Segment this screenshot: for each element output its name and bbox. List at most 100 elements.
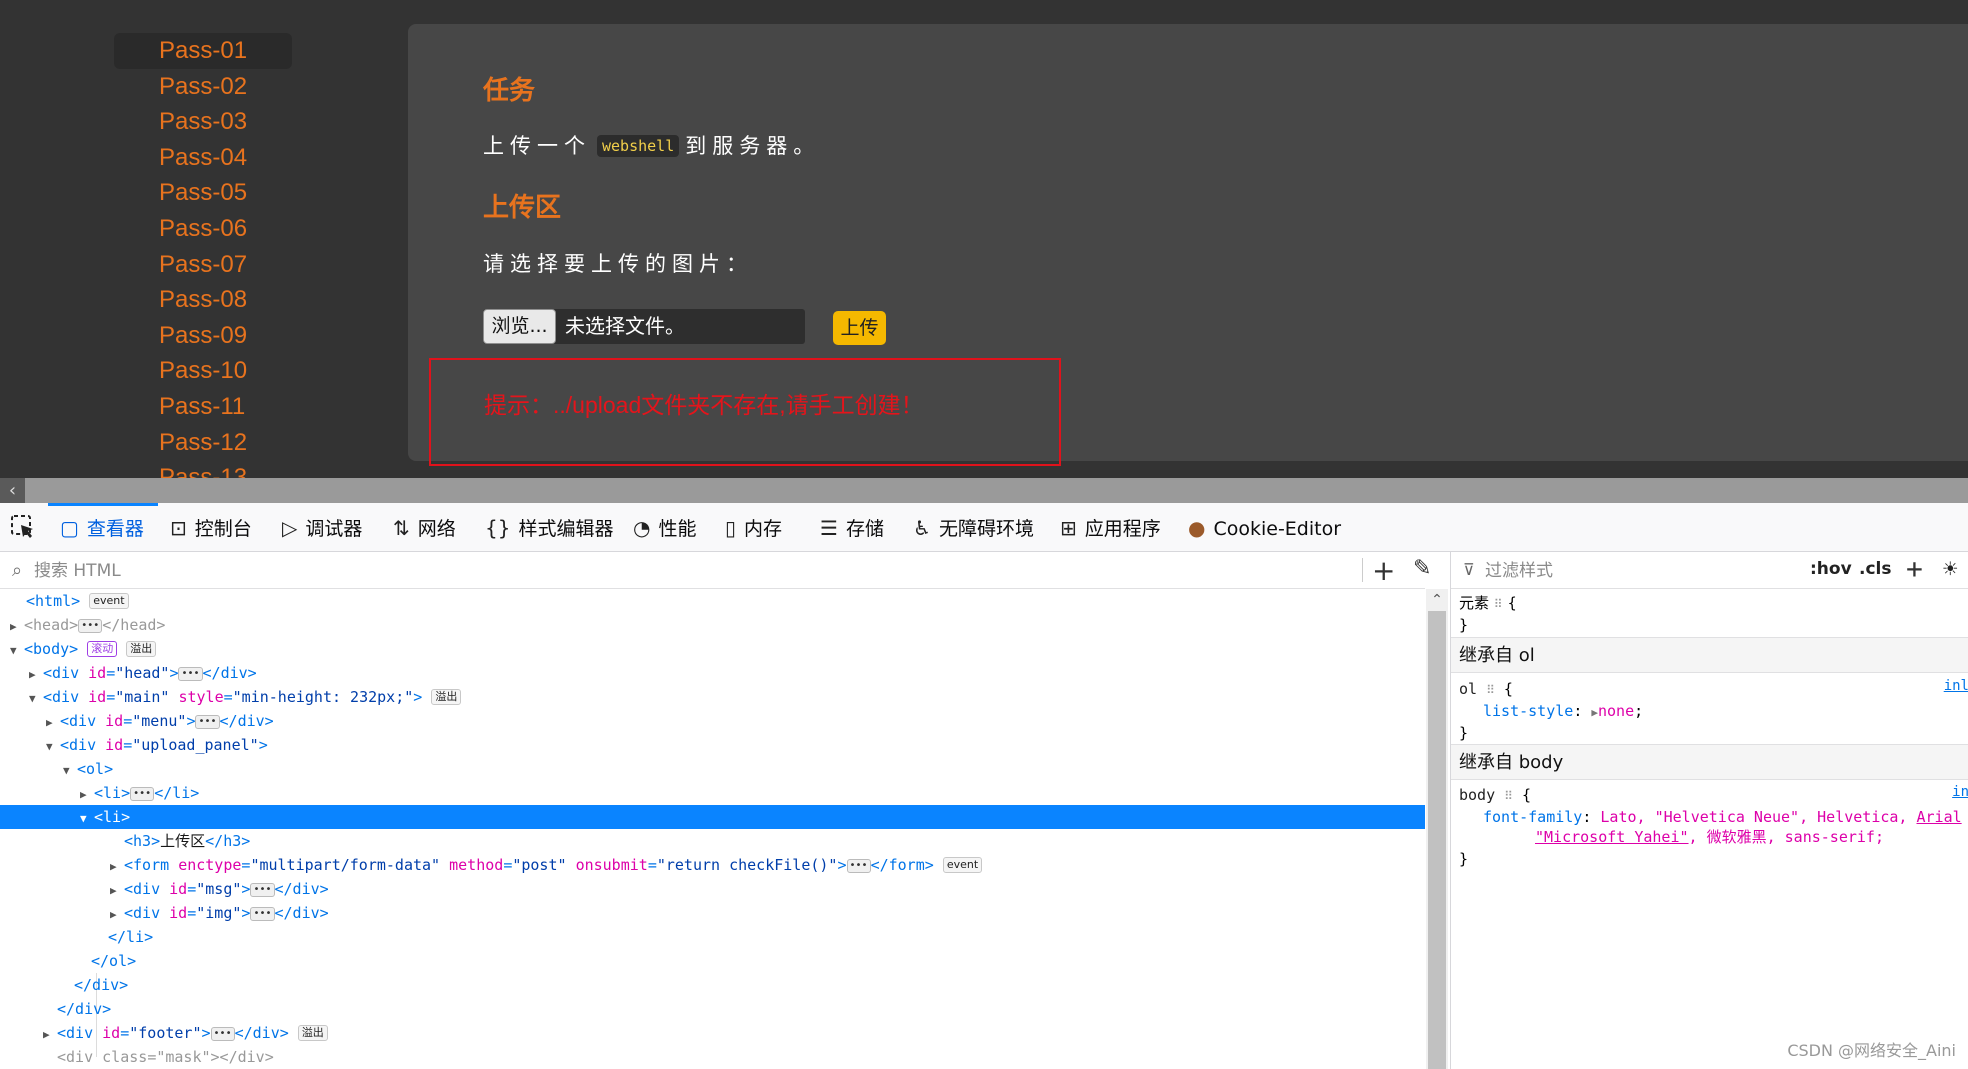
tab-debugger[interactable]: ▷ 调试器: [282, 503, 362, 551]
tab-label: 调试器: [305, 518, 363, 540]
debugger-icon: ▷: [282, 516, 298, 540]
menu-item-pass-01[interactable]: Pass-01: [114, 33, 292, 69]
tree-node-div-mask[interactable]: <div class="mask"></div>: [0, 1045, 1425, 1069]
tab-application[interactable]: ⊞ 应用程序: [1060, 503, 1161, 551]
add-rule-icon[interactable]: +: [1906, 552, 1923, 585]
application-grid-icon: ⊞: [1060, 516, 1077, 540]
expand-icon[interactable]: ▶: [1591, 706, 1598, 719]
performance-icon: ◔: [633, 516, 651, 540]
property-value: Lato, "Helvetica Neue", Helvetica,: [1600, 808, 1917, 826]
tree-node-html[interactable]: <html> event: [0, 589, 1425, 613]
horizontal-scrollbar[interactable]: ‹: [0, 478, 1968, 503]
menu-item-pass-04[interactable]: Pass-04: [114, 140, 292, 176]
file-input[interactable]: 浏览... 未选择文件。: [483, 309, 805, 344]
tree-node-ol-close[interactable]: </ol>: [0, 949, 1425, 973]
tree-node-div-close[interactable]: </div>: [0, 973, 1425, 997]
scrollbar-thumb[interactable]: [1428, 611, 1446, 1069]
menu-item-pass-13[interactable]: Pass-13: [114, 460, 292, 478]
add-node-icon[interactable]: +: [1372, 554, 1395, 587]
tab-inspector[interactable]: ▢ 查看器: [60, 503, 144, 551]
upload-heading: 上传区: [483, 193, 562, 223]
web-page: Pass-01 Pass-02 Pass-03 Pass-04 Pass-05 …: [0, 0, 1968, 478]
memory-icon: ▯: [725, 516, 737, 540]
pass-menu: Pass-01 Pass-02 Pass-03 Pass-04 Pass-05 …: [114, 33, 292, 478]
tree-node-div-msg[interactable]: ▶ <div id="msg"> ••• </div>: [0, 877, 1425, 901]
tree-node-div-close[interactable]: </div>: [0, 997, 1425, 1021]
light-theme-icon[interactable]: ☀: [1943, 555, 1957, 583]
tab-cookie-editor[interactable]: ● Cookie-Editor: [1188, 503, 1341, 551]
menu-item-pass-07[interactable]: Pass-07: [114, 247, 292, 283]
search-html-input[interactable]: [32, 558, 1036, 584]
element-rule-header: 元素 ⠿ {: [1459, 594, 1517, 612]
tree-node-div-main[interactable]: ▼ <div id="main" style="min-height: 232px…: [0, 685, 1425, 709]
tab-label: 样式编辑器: [518, 518, 614, 540]
menu-item-pass-03[interactable]: Pass-03: [114, 104, 292, 140]
tab-memory[interactable]: ▯ 内存: [725, 503, 782, 551]
tree-node-ol[interactable]: ▼ <ol>: [0, 757, 1425, 781]
grid-icon: ⠿: [1493, 597, 1503, 611]
filter-icon: ⊽: [1463, 560, 1475, 579]
ol-declaration[interactable]: list-style: ▶none;: [1483, 700, 1643, 724]
body-declaration[interactable]: font-family: Lato, "Helvetica Neue", Hel…: [1483, 806, 1962, 828]
tree-node-li-close[interactable]: </li>: [0, 925, 1425, 949]
menu-item-pass-10[interactable]: Pass-10: [114, 353, 292, 389]
task-text: 上传一个 webshell 到服务器。: [483, 130, 820, 160]
upload-button[interactable]: 上传: [833, 311, 886, 345]
menu-item-pass-12[interactable]: Pass-12: [114, 425, 292, 461]
tree-node-head[interactable]: ▶ <head> ••• </head>: [0, 613, 1425, 637]
menu-item-pass-02[interactable]: Pass-02: [114, 69, 292, 105]
body-source-link[interactable]: in: [1952, 784, 1968, 800]
ol-selector: ol: [1459, 680, 1478, 698]
filter-styles-bar: ⊽ :hov .cls + ☀: [1451, 552, 1968, 589]
tab-label: 无障碍环境: [938, 518, 1034, 540]
property-name: list-style: [1483, 702, 1574, 720]
element-picker-icon[interactable]: [10, 514, 36, 540]
tab-label: 控制台: [194, 518, 252, 540]
inherited-body-section: 继承自 body: [1451, 744, 1968, 780]
tree-node-div-footer[interactable]: ▶ <div id="footer"> ••• </div> 溢出: [0, 1021, 1425, 1045]
accessibility-icon: ♿: [913, 516, 931, 540]
tree-node-li[interactable]: ▶ <li> ••• </li>: [0, 781, 1425, 805]
tab-console[interactable]: ⊡ 控制台: [170, 503, 252, 551]
task-heading: 任务: [483, 76, 536, 106]
menu-item-pass-09[interactable]: Pass-09: [114, 318, 292, 354]
inherited-ol-section: 继承自 ol: [1451, 637, 1968, 673]
task-text-after: 到服务器。: [685, 134, 821, 158]
scroll-left-icon[interactable]: ‹: [0, 478, 25, 503]
cookie-icon: ●: [1188, 516, 1206, 540]
tree-node-h3[interactable]: <h3>上传区</h3>: [0, 829, 1425, 853]
scroll-up-icon[interactable]: ⌃: [1426, 589, 1448, 611]
ol-source-link[interactable]: inl: [1944, 678, 1968, 694]
inspector-icon: ▢: [60, 516, 79, 540]
menu-item-pass-06[interactable]: Pass-06: [114, 211, 292, 247]
tab-network[interactable]: ⇅ 网络: [393, 503, 456, 551]
braces-icon: {}: [485, 516, 511, 540]
menu-item-pass-08[interactable]: Pass-08: [114, 282, 292, 318]
tab-label: 应用程序: [1084, 518, 1161, 540]
tree-node-div-menu[interactable]: ▶ <div id="menu"> ••• </div>: [0, 709, 1425, 733]
rule-close: }: [1459, 850, 1469, 868]
tree-node-form[interactable]: ▶ <form enctype="multipart/form-data" met…: [0, 853, 1425, 877]
tab-label: 查看器: [86, 518, 144, 540]
tree-node-body[interactable]: ▼ <body> 滚动 溢出: [0, 637, 1425, 661]
class-toggle[interactable]: .cls: [1859, 559, 1891, 579]
font-link[interactable]: Arial: [1916, 808, 1961, 826]
browse-button[interactable]: 浏览...: [483, 309, 556, 344]
devtools-toolbar: ▢ 查看器 ⊡ 控制台 ▷ 调试器 ⇅ 网络 {} 样式编辑器 ◔ 性能 ▯ 内存 ☰ 存储 ♿…: [0, 503, 1968, 552]
tab-storage[interactable]: ☰ 存储: [820, 503, 884, 551]
tab-accessibility[interactable]: ♿ 无障碍环境: [913, 503, 1034, 551]
tab-style-editor[interactable]: {} 样式编辑器: [485, 503, 613, 551]
filter-styles-input[interactable]: [1483, 558, 1787, 584]
tree-node-div-head[interactable]: ▶ <div id="head"> ••• </div>: [0, 661, 1425, 685]
tree-node-div-img[interactable]: ▶ <div id="img"> ••• </div>: [0, 901, 1425, 925]
hover-state-toggle[interactable]: :hov: [1810, 559, 1852, 579]
tab-performance[interactable]: ◔ 性能: [633, 503, 696, 551]
font-link[interactable]: "Microsoft Yahei": [1535, 828, 1689, 846]
property-name: font-family: [1483, 808, 1583, 826]
tree-node-li-selected[interactable]: ▼ <li>: [0, 805, 1425, 829]
menu-item-pass-05[interactable]: Pass-05: [114, 175, 292, 211]
ol-rule-header: ol ⠿ {: [1459, 680, 1513, 698]
menu-item-pass-11[interactable]: Pass-11: [114, 389, 292, 425]
tree-node-div-upload-panel[interactable]: ▼ <div id="upload_panel">: [0, 733, 1425, 757]
eyedropper-icon[interactable]: ✎: [1413, 556, 1431, 581]
